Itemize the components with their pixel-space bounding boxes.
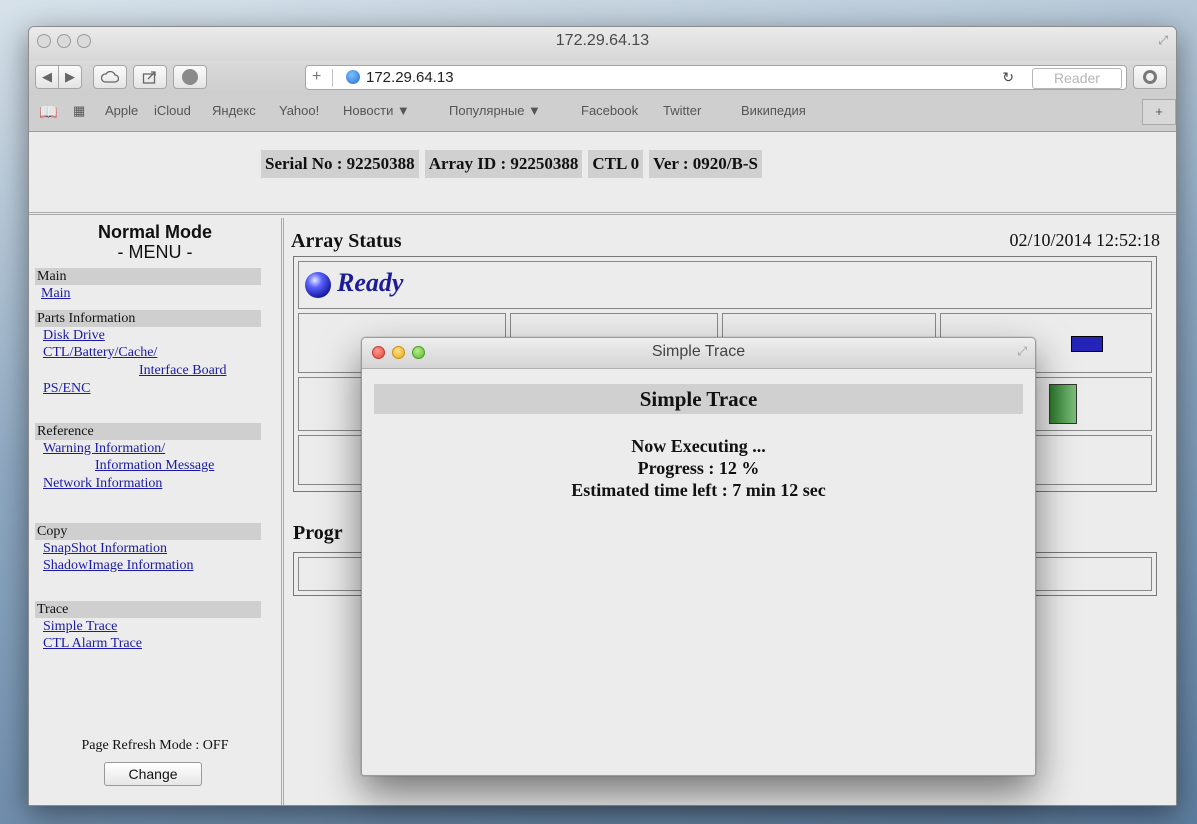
- reading-list-icon[interactable]: 📖: [39, 103, 58, 121]
- page-refresh-mode: Page Refresh Mode : OFF: [81, 738, 229, 753]
- link-main[interactable]: Main: [41, 286, 71, 302]
- version-label: Ver : 0920/B-S: [649, 150, 762, 178]
- address-text[interactable]: 172.29.64.13: [366, 69, 454, 86]
- ctl-label: CTL 0: [588, 150, 644, 178]
- link-ctl-alarm-trace[interactable]: CTL Alarm Trace: [43, 636, 142, 652]
- share-icon: [142, 71, 156, 84]
- interface-board-icon: [1049, 384, 1077, 424]
- progress-text: Progress : 12 %: [637, 458, 760, 478]
- dialog-titlebar: Simple Trace ⤢: [362, 338, 1035, 369]
- bookmark-yahoo[interactable]: Yahoo!: [279, 103, 319, 118]
- new-tab-button[interactable]: +: [1142, 99, 1176, 125]
- array-status-title: Array Status: [291, 230, 402, 252]
- bookmark-wikipedia[interactable]: Википедия: [741, 103, 806, 118]
- browser-window-title: 172.29.64.13: [555, 32, 650, 49]
- change-button[interactable]: Change: [104, 762, 202, 786]
- mode-title: Normal Mode: [97, 222, 212, 242]
- forward-arrow-icon: ▶: [65, 69, 75, 84]
- link-snapshot-information[interactable]: SnapShot Information: [43, 541, 167, 557]
- top-sites-button[interactable]: [173, 65, 207, 89]
- downloads-icon: [1143, 70, 1157, 84]
- back-button[interactable]: ◀: [35, 65, 59, 89]
- share-button[interactable]: [133, 65, 167, 89]
- link-information-message[interactable]: Information Message: [95, 458, 214, 474]
- bookmarks-bar: 📖 ▦ Apple iCloud Яндекс Yahoo! Новости ▼…: [29, 95, 1176, 132]
- dialog-fullscreen-icon[interactable]: ⤢: [1017, 344, 1027, 359]
- section-main: Main: [35, 268, 261, 285]
- link-ps-enc[interactable]: PS/ENC: [43, 381, 90, 397]
- array-id: Array ID : 92250388: [424, 150, 583, 178]
- browser-toolbar: ◀ ▶ + 172.29.64.13 ↻ Reader: [29, 61, 1176, 95]
- back-arrow-icon: ◀: [42, 69, 52, 84]
- link-interface-board[interactable]: Interface Board: [139, 363, 226, 379]
- reload-icon[interactable]: ↻: [1002, 69, 1014, 86]
- link-ctl-battery-cache[interactable]: CTL/Battery/Cache/: [43, 345, 157, 361]
- forward-button[interactable]: ▶: [58, 65, 82, 89]
- bookmark-news[interactable]: Новости ▼: [343, 103, 410, 118]
- top-sites-icon: [182, 69, 198, 85]
- section-copy: Copy: [35, 523, 261, 540]
- link-disk-drive[interactable]: Disk Drive: [43, 328, 105, 344]
- grid-icon[interactable]: ▦: [73, 103, 85, 119]
- address-divider: [332, 69, 333, 87]
- page-header: Serial No : 92250388 Array ID : 92250388…: [29, 132, 1176, 215]
- link-network-information[interactable]: Network Information: [43, 476, 162, 492]
- sidebar-menu: Normal Mode - MENU - Main Main Parts Inf…: [29, 218, 284, 805]
- dialog-window-title: Simple Trace: [651, 343, 746, 360]
- fullscreen-icon[interactable]: ⤢: [1158, 33, 1168, 48]
- link-warning-information[interactable]: Warning Information/: [43, 441, 165, 457]
- device-info-row: Serial No : 92250388 Array ID : 92250388…: [261, 150, 762, 178]
- globe-icon: [346, 70, 360, 84]
- bookmark-facebook[interactable]: Facebook: [581, 103, 638, 118]
- address-bar[interactable]: + 172.29.64.13 ↻ Reader: [305, 65, 1127, 90]
- progress-title: Progr: [293, 522, 343, 544]
- battery-icon: [1071, 336, 1103, 352]
- cloud-icon: [101, 71, 119, 83]
- bookmark-apple[interactable]: Apple: [105, 103, 138, 118]
- section-parts-information: Parts Information: [35, 310, 261, 327]
- bookmark-popular[interactable]: Популярные ▼: [449, 103, 541, 118]
- add-bookmark-icon[interactable]: +: [312, 68, 321, 86]
- ready-status-icon: [305, 272, 331, 298]
- section-reference: Reference: [35, 423, 261, 440]
- downloads-button[interactable]: [1133, 65, 1167, 89]
- reader-button[interactable]: Reader: [1032, 68, 1122, 89]
- time-left-text: Estimated time left : 7 min 12 sec: [571, 480, 826, 500]
- icloud-tabs-button[interactable]: [93, 65, 127, 89]
- link-shadowimage-information[interactable]: ShadowImage Information: [43, 558, 193, 574]
- menu-title: - MENU -: [117, 242, 193, 262]
- link-simple-trace[interactable]: Simple Trace: [43, 619, 117, 635]
- timestamp: 02/10/2014 12:52:18: [1009, 230, 1160, 250]
- browser-titlebar: 172.29.64.13 ⤢: [29, 27, 1176, 61]
- executing-status: Now Executing ...: [631, 436, 766, 456]
- ready-row: Ready: [298, 261, 1152, 309]
- ready-status-text: Ready: [337, 268, 404, 297]
- bookmark-icloud[interactable]: iCloud: [154, 103, 191, 118]
- bookmark-yandex[interactable]: Яндекс: [212, 103, 256, 118]
- simple-trace-dialog: Simple Trace ⤢ Simple Trace Now Executin…: [361, 337, 1036, 776]
- dialog-header: Simple Trace: [374, 384, 1023, 414]
- bookmark-twitter[interactable]: Twitter: [663, 103, 701, 118]
- section-trace: Trace: [35, 601, 261, 618]
- serial-number: Serial No : 92250388: [261, 150, 419, 178]
